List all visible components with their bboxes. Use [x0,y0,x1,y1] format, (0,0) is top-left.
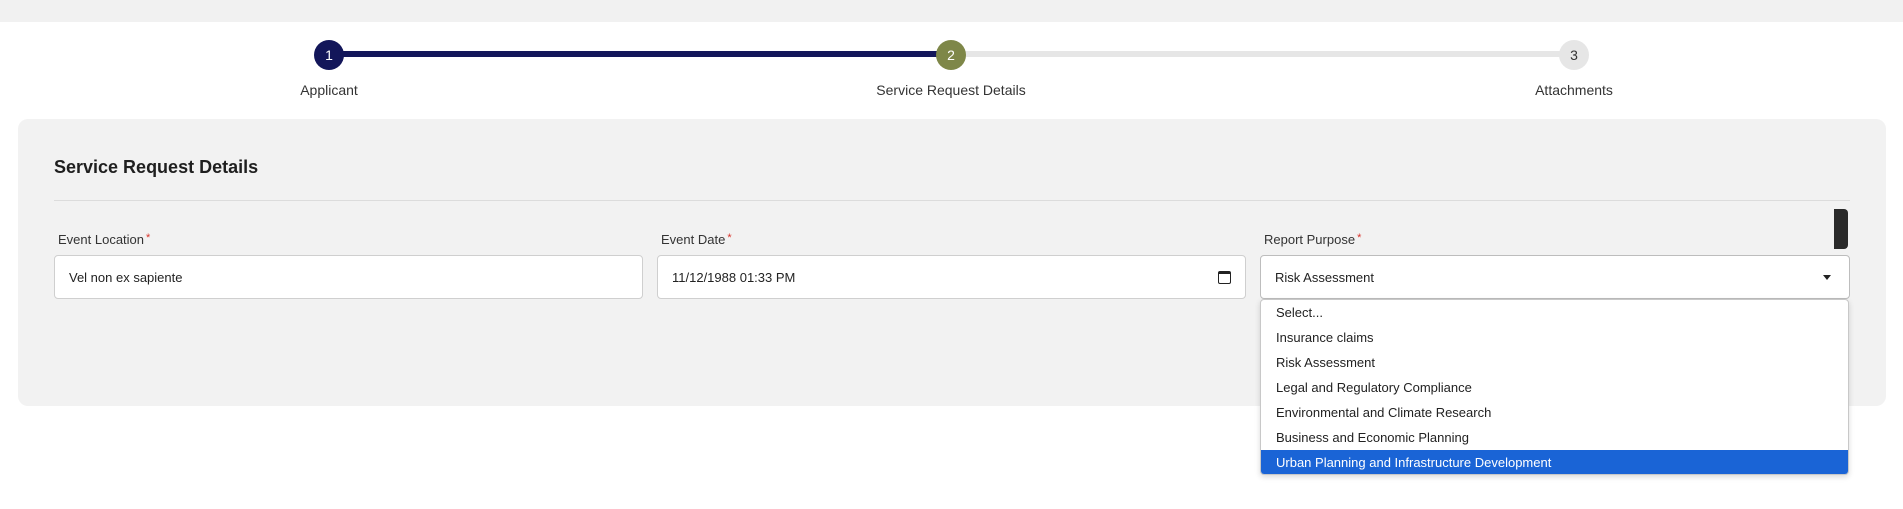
report-purpose-label: Report Purpose * [1264,232,1361,247]
step-1-label: Applicant [300,82,358,98]
step-2-indicator[interactable]: 2 [936,40,966,70]
calendar-icon[interactable] [1218,270,1231,284]
event-date-label: Event Date * [661,232,732,247]
stepper-track-completed [328,51,951,57]
dropdown-option[interactable]: Environmental and Climate Research [1261,400,1848,425]
panel-title: Service Request Details [54,157,259,177]
dropdown-option[interactable]: Business and Economic Planning [1261,425,1848,450]
report-purpose-value: Risk Assessment [1275,269,1374,285]
required-mark: * [727,232,732,244]
title-divider [54,200,1850,201]
report-purpose-select[interactable]: Risk Assessment [1260,255,1850,299]
report-purpose-label-text: Report Purpose [1264,232,1356,247]
dropdown-option[interactable]: Legal and Regulatory Compliance [1261,375,1848,400]
dropdown-option[interactable]: Select... [1261,300,1848,325]
event-location-label-text: Event Location [58,232,145,247]
partially-hidden-button[interactable] [1834,209,1848,249]
required-mark: * [146,232,151,244]
dropdown-option-highlighted[interactable]: Urban Planning and Infrastructure Develo… [1261,450,1848,474]
progress-stepper: 1 2 3 Applicant Service Request Details … [0,0,1903,110]
event-location-value: Vel non ex sapiente [69,269,183,285]
report-purpose-dropdown[interactable]: Select... Insurance claims Risk Assessme… [1260,299,1849,475]
chevron-down-icon[interactable] [1823,274,1831,280]
dropdown-option[interactable]: Risk Assessment [1261,350,1848,375]
event-date-label-text: Event Date [661,232,726,247]
dropdown-option[interactable]: Insurance claims [1261,325,1848,350]
required-mark: * [1357,232,1362,244]
step-3-indicator[interactable]: 3 [1559,40,1589,70]
event-location-input[interactable]: Vel non ex sapiente [54,255,643,299]
step-3-label: Attachments [1535,82,1613,98]
stepper-track-remaining [951,51,1574,57]
event-date-input[interactable]: 11/12/1988 01:33 PM [657,255,1246,299]
event-date-value: 11/12/1988 01:33 PM [672,269,796,285]
step-2-label: Service Request Details [876,82,1026,98]
step-1-indicator[interactable]: 1 [314,40,344,70]
event-location-label: Event Location * [58,232,150,247]
